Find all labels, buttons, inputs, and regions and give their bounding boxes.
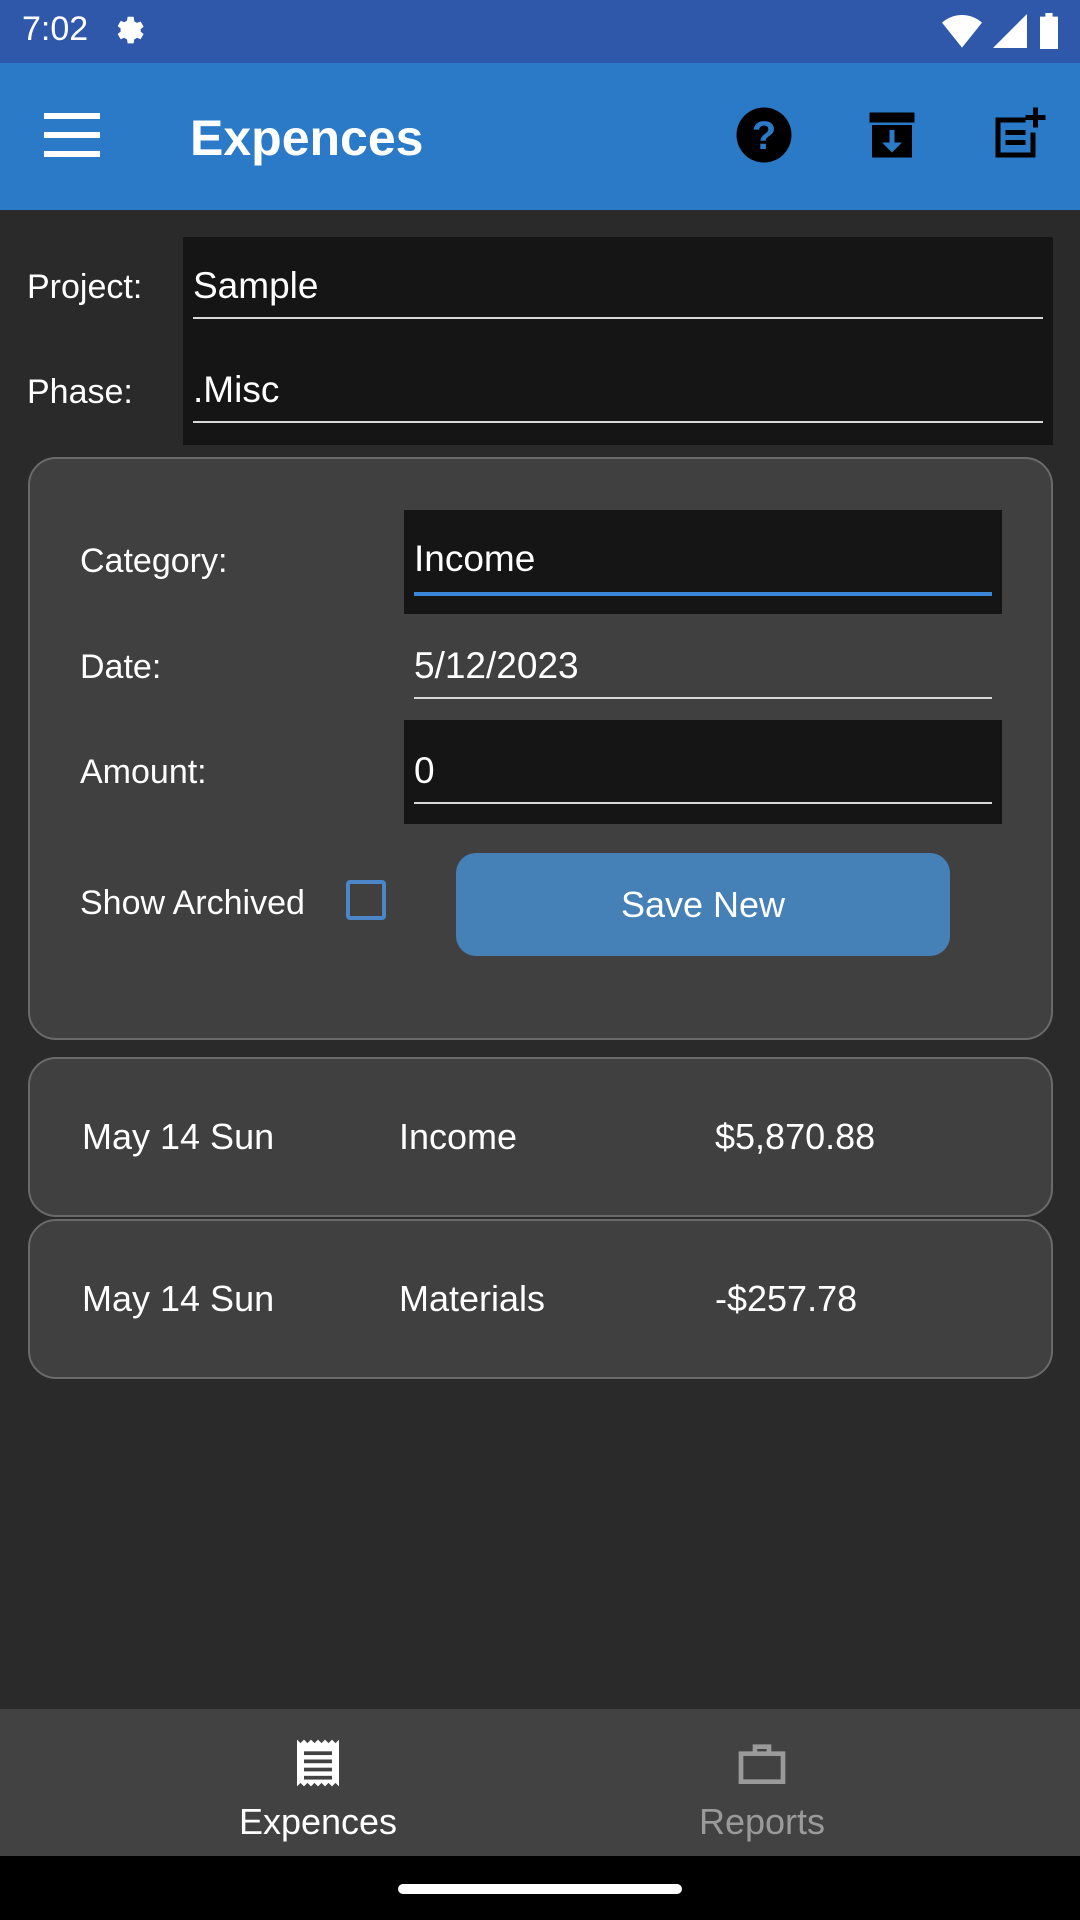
bottom-navigation: Expences Reports xyxy=(0,1709,1080,1856)
help-icon[interactable]: ? xyxy=(734,105,794,165)
amount-label: Amount: xyxy=(80,753,207,791)
battery-icon xyxy=(1040,13,1058,49)
project-input[interactable]: Sample xyxy=(183,237,1053,341)
entry-amount: $5,870.88 xyxy=(715,1116,876,1157)
menu-icon[interactable] xyxy=(44,113,100,157)
category-label: Category: xyxy=(80,542,228,580)
entry-category: Income xyxy=(399,1116,518,1157)
amount-input[interactable]: 0 xyxy=(404,720,1002,824)
app-bar: Expences ? xyxy=(0,63,1080,210)
project-value: Sample xyxy=(193,265,319,306)
phase-label: Phase: xyxy=(27,373,133,411)
signal-icon xyxy=(993,14,1027,48)
entry-date: May 14 Sun xyxy=(82,1116,275,1157)
project-phase-panel: Sample .Misc xyxy=(183,237,1053,445)
page-title: Expences xyxy=(190,110,424,166)
amount-value: 0 xyxy=(414,750,435,791)
add-note-icon[interactable] xyxy=(988,105,1048,165)
show-archived-label: Show Archived xyxy=(80,884,305,922)
phase-underline xyxy=(193,421,1043,423)
project-label: Project: xyxy=(27,268,143,306)
date-input[interactable]: 5/12/2023 xyxy=(404,615,1002,719)
list-item[interactable]: May 14 Sun Income $5,870.88 xyxy=(28,1057,1053,1217)
entry-amount: -$257.78 xyxy=(715,1278,858,1319)
tab-reports[interactable]: Reports xyxy=(492,1709,1032,1856)
entry-category: Materials xyxy=(399,1278,546,1319)
category-value: Income xyxy=(414,538,536,579)
receipt-icon xyxy=(297,1739,339,1787)
save-new-button[interactable]: Save New xyxy=(456,853,950,956)
list-item[interactable]: May 14 Sun Materials -$257.78 xyxy=(28,1219,1053,1379)
settings-gear-icon xyxy=(117,16,144,44)
category-underline xyxy=(414,592,992,596)
status-time: 7:02 xyxy=(22,10,89,48)
phase-input[interactable]: .Misc xyxy=(183,341,1053,445)
wifi-icon xyxy=(942,15,982,48)
svg-text:?: ? xyxy=(752,114,776,158)
phase-value: .Misc xyxy=(193,369,280,410)
entry-date: May 14 Sun xyxy=(82,1278,275,1319)
system-navigation-bar xyxy=(0,1856,1080,1920)
amount-underline xyxy=(414,802,992,804)
tab-reports-label: Reports xyxy=(698,1801,826,1842)
date-value: 5/12/2023 xyxy=(414,645,579,686)
home-handle[interactable] xyxy=(398,1884,682,1894)
category-input[interactable]: Income xyxy=(404,510,1002,614)
date-underline xyxy=(414,697,992,699)
briefcase-icon xyxy=(738,1744,786,1784)
show-archived-checkbox[interactable] xyxy=(346,880,386,920)
archive-download-icon[interactable] xyxy=(862,105,922,165)
project-underline xyxy=(193,317,1043,319)
date-label: Date: xyxy=(80,648,162,686)
status-bar: 7:02 xyxy=(0,0,1080,63)
